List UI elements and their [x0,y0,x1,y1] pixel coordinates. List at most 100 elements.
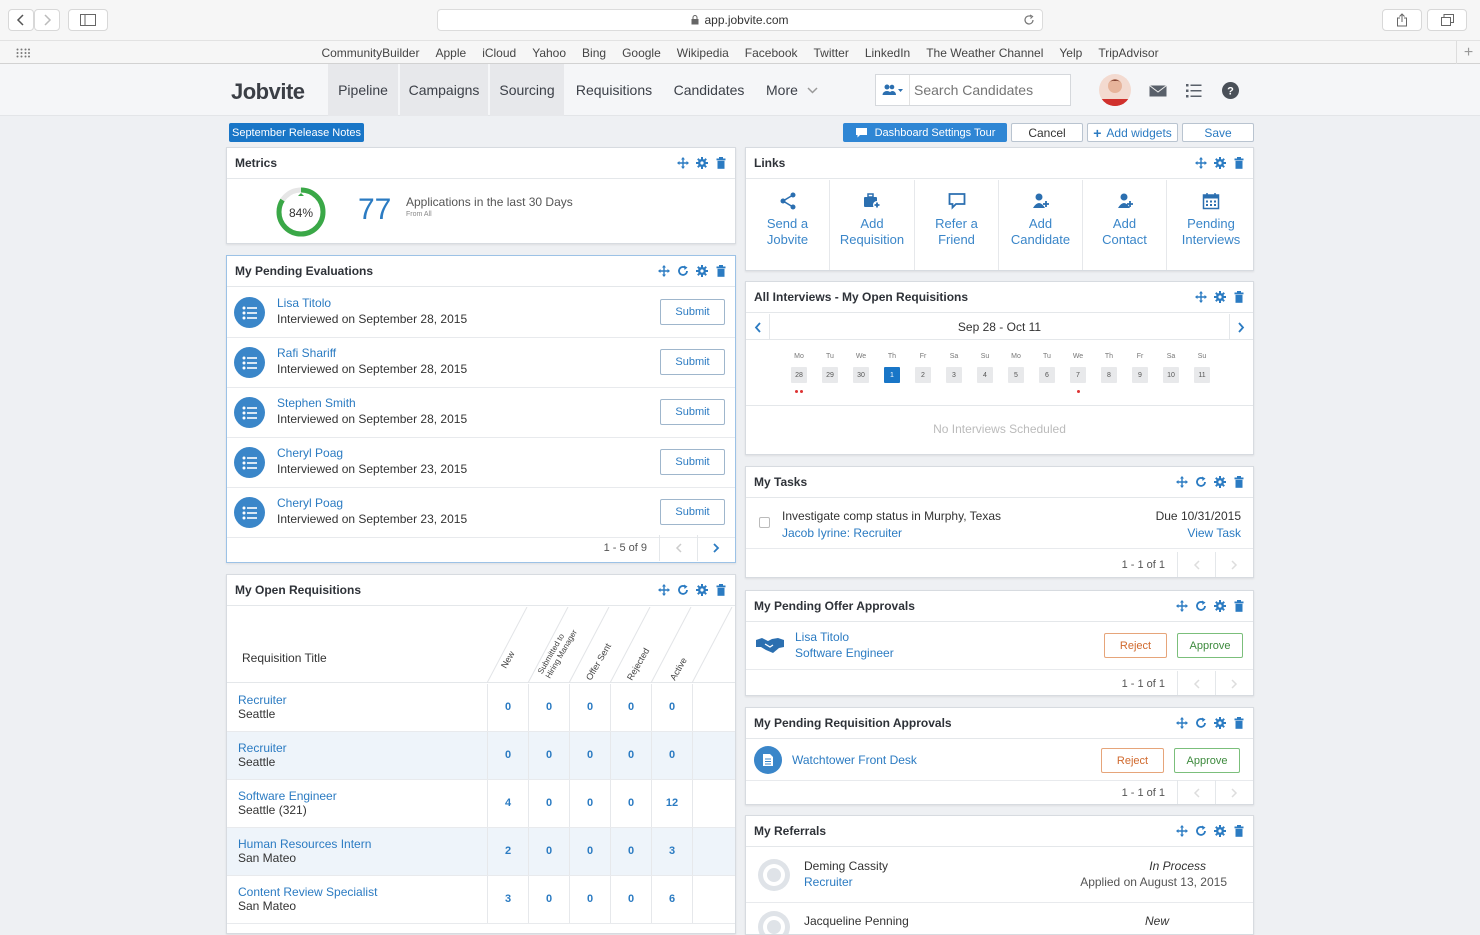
mail-icon[interactable] [1149,85,1167,97]
calendar-day[interactable]: 3 [946,367,962,383]
bookmark-wikipedia[interactable]: Wikipedia [677,46,729,60]
trash-icon[interactable] [1233,291,1245,303]
requisition-title-link[interactable]: Software Engineer [238,789,337,803]
gear-icon[interactable] [696,157,708,169]
bookmark-yelp[interactable]: Yelp [1059,46,1082,60]
reject-offer-button[interactable]: Reject [1104,633,1167,658]
requisition-count[interactable]: 0 [611,797,651,809]
submit-evaluation-button[interactable]: Submit [660,299,725,325]
move-icon[interactable] [1176,717,1188,729]
calendar-day[interactable]: 11 [1194,367,1210,383]
prev-page-button[interactable] [1177,552,1215,577]
requisition-count[interactable]: 3 [652,845,692,857]
next-page-button[interactable] [1215,552,1253,577]
gear-icon[interactable] [696,584,708,596]
requisition-count[interactable]: 0 [570,701,610,713]
requisition-count[interactable]: 0 [529,701,569,713]
calendar-day[interactable]: 1 [884,367,900,383]
evaluation-candidate-name[interactable]: Cheryl Poag [277,496,343,510]
gear-icon[interactable] [1214,600,1226,612]
refresh-icon[interactable] [1195,600,1207,612]
requisition-count[interactable]: 0 [529,797,569,809]
calendar-day[interactable]: 10 [1163,367,1179,383]
gear-icon[interactable] [1214,157,1226,169]
reload-icon[interactable] [1023,14,1035,26]
bookmark-linkedin[interactable]: LinkedIn [865,46,910,60]
submit-evaluation-button[interactable]: Submit [660,349,725,375]
search-type-toggle[interactable] [876,75,910,105]
bookmark-facebook[interactable]: Facebook [745,46,798,60]
submit-evaluation-button[interactable]: Submit [660,499,725,525]
save-button[interactable]: Save [1182,123,1254,142]
move-icon[interactable] [1195,291,1207,303]
release-notes-button[interactable]: September Release Notes [229,123,364,142]
link-refer-friend[interactable]: Refer a Friend [915,180,999,270]
link-pending-interviews[interactable]: Pending Interviews [1167,180,1253,270]
avatar[interactable] [1099,74,1131,106]
nav-requisitions[interactable]: Requisitions [566,64,662,116]
requisition-count[interactable]: 0 [652,701,692,713]
new-tab-button[interactable]: + [1456,41,1480,64]
gear-icon[interactable] [696,265,708,277]
refresh-icon[interactable] [677,265,689,277]
requisition-title-link[interactable]: Human Resources Intern [238,837,371,851]
calendar-day[interactable]: 30 [853,367,869,383]
requisition-count[interactable]: 0 [611,701,651,713]
requisition-count[interactable]: 0 [611,749,651,761]
move-icon[interactable] [658,584,670,596]
requisition-count[interactable]: 2 [488,845,528,857]
evaluation-candidate-name[interactable]: Cheryl Poag [277,446,343,460]
task-assignee[interactable]: Jacob Iyrine: Recruiter [782,526,902,540]
requisition-count[interactable]: 0 [529,749,569,761]
calendar-day[interactable]: 7 [1070,367,1086,383]
bookmark-communitybuilder[interactable]: CommunityBuilder [321,46,419,60]
task-checkbox[interactable] [759,517,770,528]
refresh-icon[interactable] [677,584,689,596]
next-page-button[interactable] [1215,670,1253,695]
gear-icon[interactable] [1214,291,1226,303]
trash-icon[interactable] [715,265,727,277]
view-task-link[interactable]: View Task [1187,526,1241,540]
jobvite-logo[interactable]: Jobvite [231,79,305,105]
calendar-day[interactable]: 29 [822,367,838,383]
nav-campaigns[interactable]: Campaigns [400,64,488,116]
next-page-button[interactable] [1215,780,1253,804]
trash-icon[interactable] [715,157,727,169]
referral-role[interactable]: Recruiter [804,875,853,889]
link-send-jobvite[interactable]: Send a Jobvite [746,180,830,270]
trash-icon[interactable] [1233,717,1245,729]
list-icon[interactable] [1186,84,1202,98]
share-button[interactable] [1382,9,1422,31]
requisition-title-link[interactable]: Recruiter [238,693,287,707]
requisition-count[interactable]: 0 [611,893,651,905]
requisition-count[interactable]: 12 [652,797,692,809]
bookmark-twitter[interactable]: Twitter [814,46,849,60]
move-icon[interactable] [658,265,670,277]
link-add-requisition[interactable]: Add Requisition [830,180,915,270]
requisition-count[interactable]: 0 [488,749,528,761]
calendar-day[interactable]: 8 [1101,367,1117,383]
trash-icon[interactable] [1233,157,1245,169]
candidate-search[interactable] [875,74,1071,106]
url-bar[interactable]: app.jobvite.com [437,9,1043,31]
calendar-day[interactable]: 9 [1132,367,1148,383]
trash-icon[interactable] [1233,825,1245,837]
prev-page-button[interactable] [1177,670,1215,695]
requisition-count[interactable]: 3 [488,893,528,905]
nav-candidates[interactable]: Candidates [664,64,754,116]
prev-page-button[interactable] [659,535,697,561]
cancel-button[interactable]: Cancel [1011,123,1083,142]
nav-pipeline[interactable]: Pipeline [328,64,398,116]
bookmark-yahoo[interactable]: Yahoo [532,46,566,60]
approve-requisition-button[interactable]: Approve [1174,748,1240,773]
requisition-count[interactable]: 0 [570,893,610,905]
next-page-button[interactable] [697,535,735,561]
requisition-count[interactable]: 0 [488,701,528,713]
evaluation-candidate-name[interactable]: Lisa Titolo [277,296,331,310]
calendar-day[interactable]: 2 [915,367,931,383]
move-icon[interactable] [1176,476,1188,488]
offer-role[interactable]: Software Engineer [795,646,894,660]
requisition-count[interactable]: 0 [570,845,610,857]
calendar-day[interactable]: 6 [1039,367,1055,383]
bookmark-icloud[interactable]: iCloud [482,46,516,60]
